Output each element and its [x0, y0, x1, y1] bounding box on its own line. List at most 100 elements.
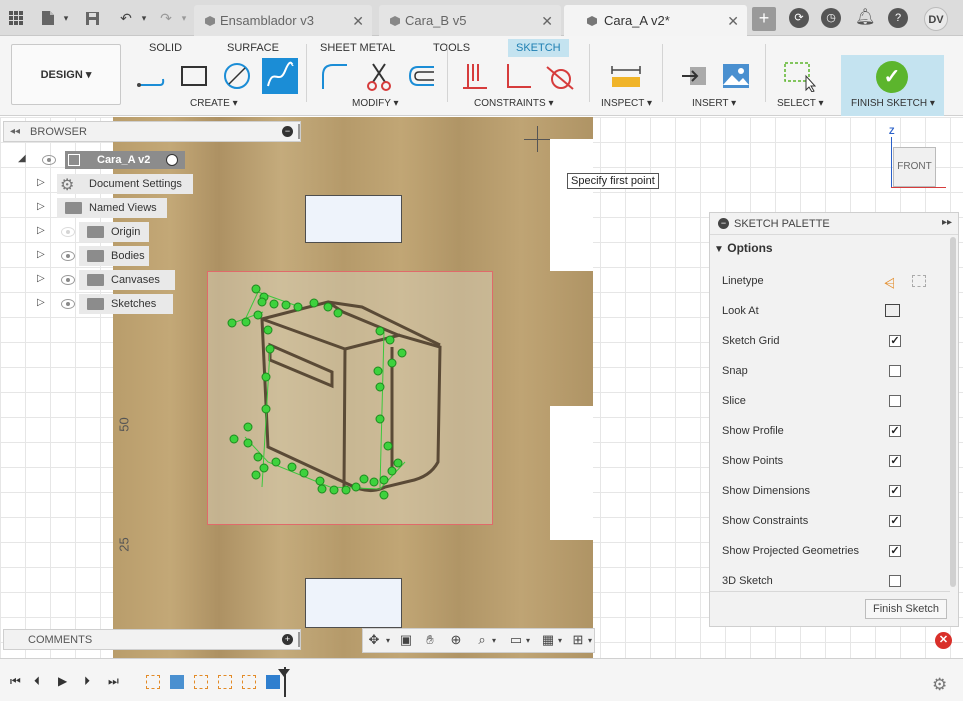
centerline-linetype-icon[interactable] [912, 275, 926, 287]
palette-row-snap[interactable]: Snap [722, 361, 942, 381]
tangent-constraint-icon[interactable] [542, 58, 578, 94]
expand-icon[interactable]: ▷ [37, 249, 45, 260]
section-collapse-icon[interactable]: ▼ [714, 244, 724, 255]
notifications-icon[interactable]: 🔔︎ [855, 8, 875, 28]
rectangle-tool-icon[interactable] [176, 58, 212, 94]
add-comment-icon[interactable]: + [282, 634, 293, 645]
chevron-down-icon[interactable]: ▾ [134, 8, 154, 28]
zoom-icon[interactable]: ⊕ [447, 632, 465, 650]
tab-cara-a[interactable]: Cara_A v2* ✕ [564, 5, 747, 36]
close-icon[interactable]: ✕ [727, 13, 739, 30]
tab-cara-b[interactable]: Cara_B v5 ✕ [379, 5, 561, 36]
construction-linetype-icon[interactable]: ⩤ [884, 273, 895, 293]
pan-hand-icon[interactable]: ✋︎ [421, 632, 439, 650]
tab-solid[interactable]: SOLID [149, 39, 182, 57]
tab-tools[interactable]: TOOLS [433, 39, 470, 57]
inspect-group-label[interactable]: INSPECT ▾ [601, 98, 652, 109]
undo-icon[interactable]: ↶ [116, 8, 136, 28]
browser-collapse-icon[interactable]: − [282, 126, 293, 137]
browser-node[interactable]: Canvases [79, 270, 175, 290]
palette-row-slice[interactable]: Slice [722, 391, 942, 411]
visibility-eye-icon[interactable] [61, 251, 75, 261]
show-projected-geometries-checkbox[interactable]: ✓ [889, 545, 901, 557]
save-icon[interactable] [82, 8, 102, 28]
chevron-down-icon[interactable]: ▾ [174, 8, 194, 28]
app-grid-icon[interactable] [6, 8, 26, 28]
timeline-sketch-feature-icon[interactable] [146, 675, 160, 689]
error-close-icon[interactable]: ✕ [935, 632, 952, 649]
3d-sketch-checkbox[interactable] [889, 575, 901, 587]
finish-sketch-group-label[interactable]: FINISH SKETCH ▾ [851, 98, 935, 109]
palette-row-show-points[interactable]: Show Points ✓ [722, 451, 942, 471]
visibility-eye-icon[interactable] [61, 275, 75, 285]
spline-tool-icon[interactable] [262, 58, 298, 94]
modify-group-label[interactable]: MODIFY ▾ [352, 98, 399, 109]
tab-surface[interactable]: SURFACE [227, 39, 279, 57]
step-back-icon[interactable]: ⏴ [34, 674, 48, 688]
browser-node[interactable]: Origin [79, 222, 149, 242]
circle-tool-icon[interactable] [219, 58, 255, 94]
collapse-arrows-icon[interactable]: ◂◂ [10, 126, 20, 137]
chevron-down-icon[interactable]: ▾ [485, 636, 503, 654]
constraints-group-label[interactable]: CONSTRAINTS ▾ [474, 98, 553, 109]
palette-expand-arrows-icon[interactable]: ▸▸ [942, 217, 952, 228]
palette-row-3d-sketch[interactable]: 3D Sketch [722, 571, 942, 591]
look-at-icon[interactable]: ▣ [397, 632, 415, 650]
timeline-sketch-feature-icon[interactable] [218, 675, 232, 689]
line-tool-icon[interactable] [133, 58, 169, 94]
visibility-eye-icon[interactable] [61, 299, 75, 309]
visibility-eye-icon[interactable] [61, 227, 75, 237]
perpendicular-constraint-icon[interactable] [500, 58, 536, 94]
browser-node[interactable]: Bodies [79, 246, 149, 266]
viewcube[interactable]: FRONT [893, 147, 936, 187]
go-to-start-icon[interactable]: ⏮ [10, 674, 24, 688]
user-avatar[interactable]: DV [924, 7, 948, 31]
collapse-icon[interactable]: ◢ [18, 153, 26, 164]
insert-derive-icon[interactable] [677, 58, 713, 94]
visibility-eye-icon[interactable] [42, 155, 56, 165]
close-icon[interactable]: ✕ [541, 13, 553, 30]
timeline-extrude-feature-icon[interactable] [170, 675, 184, 689]
browser-node[interactable]: ⚙ Document Settings [57, 174, 193, 194]
activate-radio-icon[interactable] [166, 154, 178, 166]
look-at-icon[interactable] [885, 304, 900, 317]
show-profile-checkbox[interactable]: ✓ [889, 425, 901, 437]
job-status-icon[interactable]: ◷ [821, 8, 841, 28]
options-section-header[interactable]: ▼ Options [714, 241, 773, 255]
play-icon[interactable]: ▶ [58, 674, 72, 688]
insert-canvas-image-icon[interactable] [718, 58, 754, 94]
show-points-checkbox[interactable]: ✓ [889, 455, 901, 467]
snap-checkbox[interactable] [889, 365, 901, 377]
browser-node[interactable]: Named Views [57, 198, 167, 218]
panel-grip[interactable] [298, 124, 300, 139]
tab-sheet-metal[interactable]: SHEET METAL [320, 39, 395, 57]
chevron-down-icon[interactable]: ▾ [581, 636, 599, 654]
create-group-label[interactable]: CREATE ▾ [190, 98, 238, 109]
extensions-icon[interactable]: ⟳ [789, 8, 809, 28]
timeline-sketch-feature-icon[interactable] [194, 675, 208, 689]
workspace-switcher[interactable]: DESIGN ▾ [11, 44, 121, 105]
expand-icon[interactable]: ▷ [37, 225, 45, 236]
select-group-label[interactable]: SELECT ▾ [777, 98, 824, 109]
palette-scrollbar[interactable] [950, 237, 956, 587]
chevron-down-icon[interactable]: ▾ [56, 8, 76, 28]
finish-sketch-button[interactable]: Finish Sketch [865, 599, 947, 619]
panel-grip[interactable] [298, 632, 300, 647]
go-to-end-icon[interactable]: ⏭ [108, 674, 122, 688]
trim-scissors-icon[interactable] [361, 58, 397, 94]
expand-icon[interactable]: ▷ [37, 273, 45, 284]
tab-ensamblador[interactable]: Ensamblador v3 ✕ [194, 5, 372, 36]
new-tab-button[interactable]: + [752, 7, 776, 31]
help-icon[interactable]: ? [888, 8, 908, 28]
gear-icon[interactable]: ⚙ [932, 675, 947, 695]
show-constraints-checkbox[interactable]: ✓ [889, 515, 901, 527]
timeline-marker-handle-icon[interactable] [278, 669, 290, 677]
expand-icon[interactable]: ▷ [37, 297, 45, 308]
browser-node[interactable]: Sketches [79, 294, 173, 314]
timeline-canvas-feature-icon[interactable] [266, 675, 280, 689]
tab-sketch[interactable]: SKETCH [508, 39, 569, 57]
palette-row-sketch-grid[interactable]: Sketch Grid ✓ [722, 331, 942, 351]
timeline-sketch-feature-icon[interactable] [242, 675, 256, 689]
show-dimensions-checkbox[interactable]: ✓ [889, 485, 901, 497]
insert-group-label[interactable]: INSERT ▾ [692, 98, 736, 109]
